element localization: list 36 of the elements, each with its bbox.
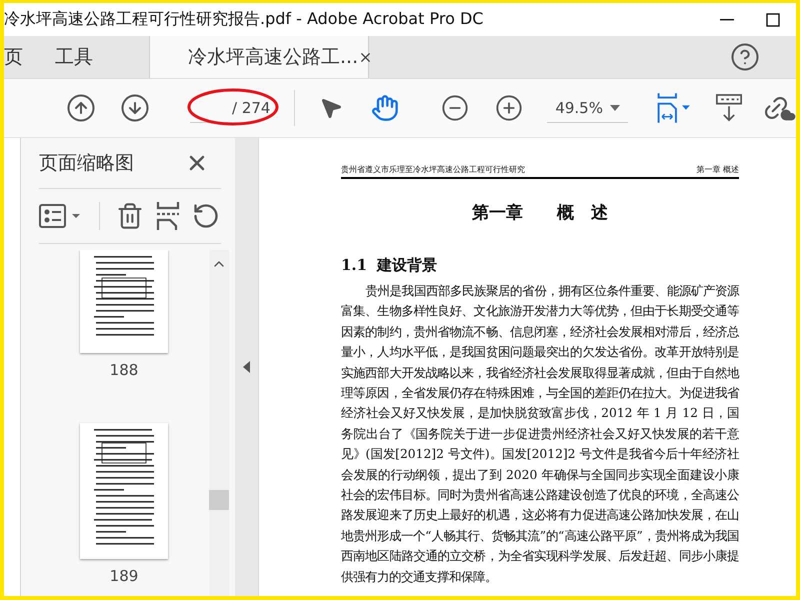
minimize-icon <box>720 18 734 20</box>
nav-tab[interactable]: 工具 <box>55 36 113 78</box>
next-page-icon[interactable] <box>120 93 150 123</box>
extract-pages-icon[interactable] <box>156 202 180 230</box>
scrollbar[interactable] <box>209 250 229 596</box>
body-paragraph: 贵州是我国西部多民族聚居的省份，拥有区位条件重要、能源矿产资源富集、生物多样性良好、文化旅游开发潜力大等优势，但由于长期受交通等因素的制约，贵州省物流不畅、信息闭塞，经济社会发展相对滞后，经济总量小，人均水平低，是我国贫困问题最突出的欠发达省份。改革开放特别是实施西部大开发战略以来，我省经济社会发展取得显著成就，但由于自然地理等原因，全省发展仍存在特殊困难，与全国的差距仍在拉大。为促进我省经济社会又好又快发展，是加快脱贫致富步伐，2012 年 1 月 12 日，国务院出台了《国务院关于进一步促进贵州经济社会又好又快发展的若干意见》(国发[2012]2 号文件)。国发[2012]2 号文件是我省今后十年经济社会发展的行动纲领，提出了到 2020 年确保与全国同步实现全面建设小康社会的宏伟目标。同时为贵州省高速公路建设创造了优良的环境，全高速公路发展迎来了历史上最好的机遇，这必将有力促进高速公路加快发展，在山地贵州形成一个“人畅其行、货畅其流”的“高速公路平原”，贵州将成为我国西南地区陆路交通的立交桥，为全省实现科学发展、后发赶超、同步小康提供强有力的交通支撑和保障。 <box>341 283 739 586</box>
trash-icon[interactable] <box>116 202 144 230</box>
document-tab[interactable]: 冷水坪高速公路工... <box>149 36 369 78</box>
maximize-icon <box>766 12 780 26</box>
header-title: 贵州省遵义市乐理至冷水坪高速公路工程可行性研究 <box>341 164 525 175</box>
hand-tool-icon[interactable] <box>371 94 400 122</box>
collapse-panel-handle[interactable] <box>235 138 259 596</box>
header-chapter: 第一章 概述 <box>696 164 739 175</box>
chapter-title: 第一章 概 述 <box>471 202 609 224</box>
fit-page-icon[interactable] <box>656 91 692 125</box>
section-number: 1.1 <box>341 256 368 275</box>
thumbnail-page-drawing[interactable] <box>80 423 168 559</box>
page-total: / 274 <box>232 99 270 117</box>
thumbnail-page-number: 189 <box>110 567 138 585</box>
nav-tab[interactable]: 页 <box>4 36 43 78</box>
zoom-dropdown[interactable]: 49.5% <box>547 93 628 123</box>
scroll-mode-icon[interactable] <box>716 92 742 124</box>
section-title: 建设背景 <box>377 256 438 275</box>
caret-icon <box>610 104 620 110</box>
thumbnail-page-drawing[interactable] <box>80 250 168 353</box>
previous-page-icon[interactable] <box>66 93 96 123</box>
window-title: 冷水坪高速公路工程可行性研究报告.pdf - Adobe Acrobat Pro DC <box>4 9 484 30</box>
thumbnail-options-icon[interactable] <box>39 204 83 228</box>
scrollbar-thumb[interactable] <box>209 490 229 510</box>
pointer-tool-icon[interactable] <box>319 96 344 120</box>
zoom-in-icon[interactable] <box>495 94 524 122</box>
zoom-out-icon[interactable] <box>441 94 470 122</box>
thumbnail-page-number: 188 <box>110 361 138 379</box>
rotate-icon[interactable] <box>192 202 220 230</box>
panel-title: 页面缩略图 <box>39 151 134 176</box>
left-triangle-icon <box>243 361 250 373</box>
